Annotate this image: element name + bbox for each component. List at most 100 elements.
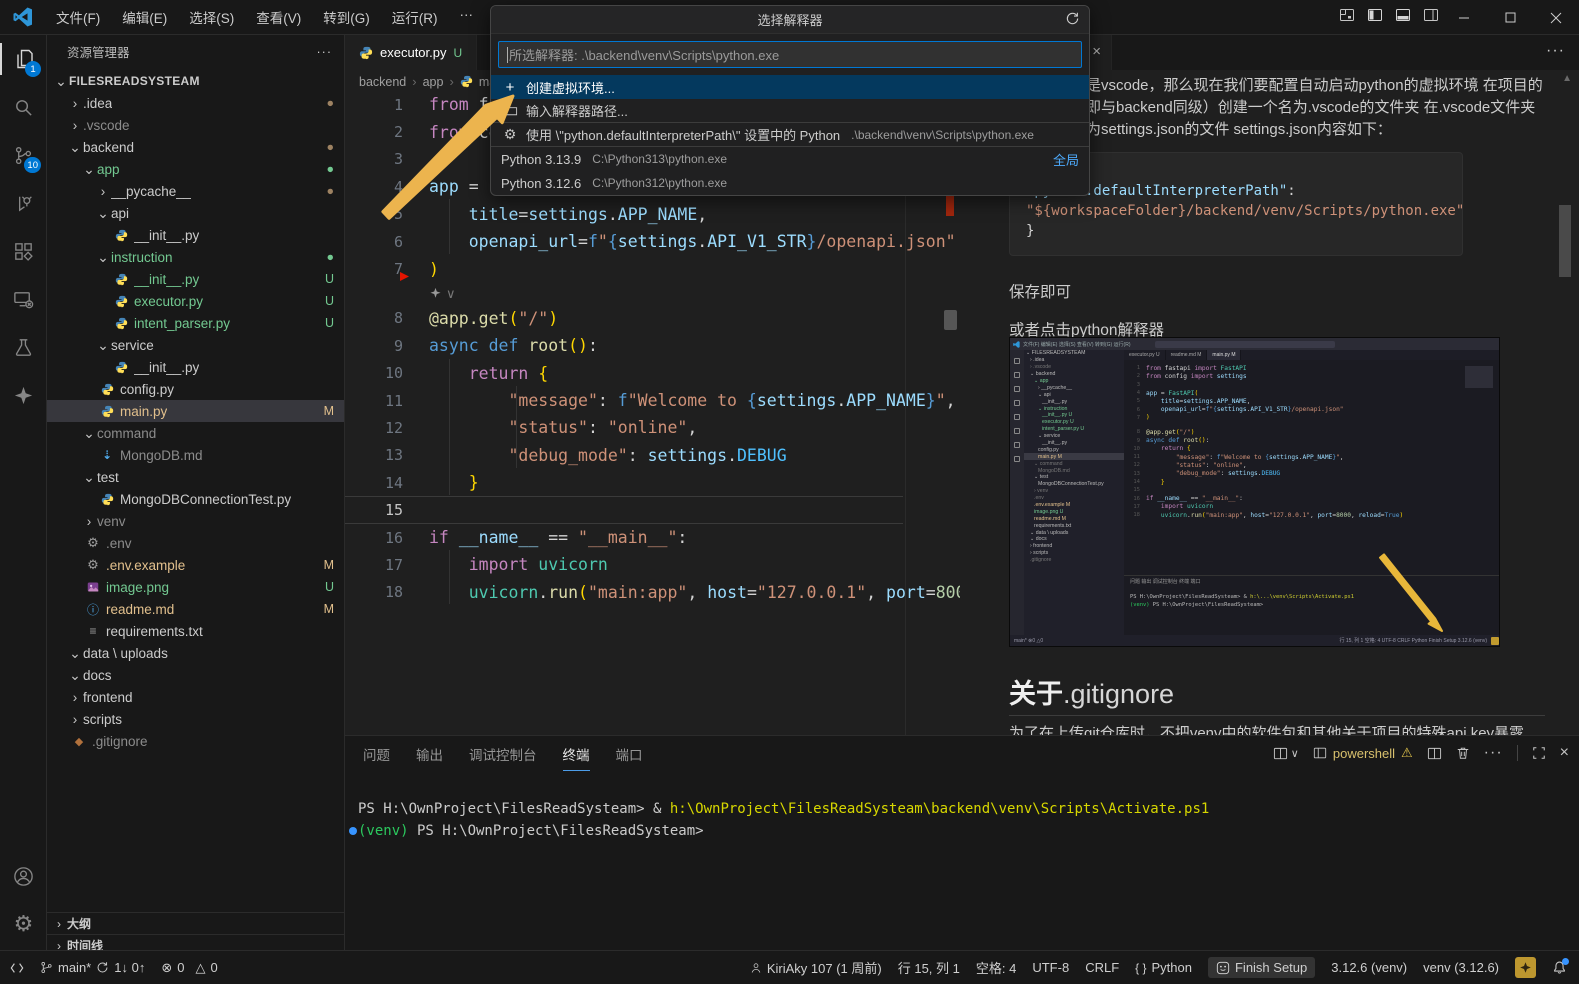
tree-item-docs[interactable]: ⌄docs [47, 664, 344, 686]
code-line-5[interactable]: 5 title=settings.APP_NAME, [345, 201, 960, 228]
tree-item-.env.example[interactable]: ⚙.env.exampleM [47, 554, 344, 576]
panel-tab-端口[interactable]: 端口 [616, 744, 643, 771]
tree-item-readme.md[interactable]: ⓘreadme.mdM [47, 598, 344, 620]
code-line-15[interactable]: 15 [345, 496, 903, 523]
outline-section[interactable]: ›大纲 [47, 912, 344, 934]
tree-item-image.png[interactable]: image.pngU [47, 576, 344, 598]
menu-转到(G)[interactable]: 转到(G) [312, 3, 381, 31]
activity-testing[interactable] [0, 323, 47, 371]
close-window-button[interactable] [1533, 0, 1579, 35]
remote-indicator[interactable] [10, 961, 24, 975]
tree-item-api[interactable]: ⌄api [47, 202, 344, 224]
code-line-13[interactable]: 13 "debug_mode": settings.DEBUG [345, 442, 960, 469]
panel-tab-终端[interactable]: 终端 [563, 744, 590, 771]
tree-item-backend[interactable]: ⌄backend● [47, 136, 344, 158]
tree-item-.gitignore[interactable]: ◆.gitignore [47, 730, 344, 752]
activity-account[interactable] [0, 852, 47, 900]
code-line-9[interactable]: 9async def root(): [345, 332, 960, 359]
tree-item-FILESREADSYSTEAM[interactable]: ⌄FILESREADSYSTEAM [47, 70, 344, 92]
tree-item-intent_parser.py[interactable]: intent_parser.pyU [47, 312, 344, 334]
encoding-status[interactable]: UTF-8 [1032, 960, 1069, 975]
tree-item-main.py[interactable]: main.pyM [47, 400, 344, 422]
maximize-button[interactable] [1487, 0, 1533, 35]
quickpick-item[interactable]: Python 3.12.6C:\Python312\python.exe [491, 171, 1089, 195]
notifications-bell-icon[interactable] [1552, 960, 1567, 975]
tree-item-test[interactable]: ⌄test [47, 466, 344, 488]
editor-actions-more-icon[interactable]: ··· [1546, 42, 1565, 60]
code-line-7[interactable]: 7) [345, 255, 960, 282]
split-terminal-dropdown[interactable]: ∨ [1273, 746, 1299, 761]
editor-scrollbar[interactable] [944, 310, 957, 330]
tree-item-app[interactable]: ⌄app● [47, 158, 344, 180]
panel-tab-调试控制台[interactable]: 调试控制台 [469, 744, 537, 771]
menu-文件(F)[interactable]: 文件(F) [45, 3, 111, 31]
interpreter-input[interactable]: 所选解释器: .\backend\venv\Scripts\python.exe [498, 41, 1082, 68]
problems-status[interactable]: ⊗0 △0 [161, 960, 217, 976]
language-mode[interactable]: { }Python [1135, 960, 1192, 975]
toggle-secondary-sidebar-icon[interactable] [1423, 7, 1439, 28]
git-branch-status[interactable]: main* 1↓ 0↑ [40, 960, 145, 975]
panel-tab-问题[interactable]: 问题 [363, 744, 390, 771]
blame-author[interactable]: KiriAky 107 (1 周前) [750, 958, 882, 977]
code-line-8[interactable]: 8@app.get("/") [345, 305, 960, 332]
menu-选择(S)[interactable]: 选择(S) [178, 3, 245, 31]
code-line-18[interactable]: 18 uvicorn.run("main:app", host="127.0.0… [345, 579, 960, 606]
menu-编辑(E)[interactable]: 编辑(E) [111, 3, 178, 31]
quickpick-item[interactable]: Python 3.13.9C:\Python313\python.exe全局 [491, 147, 1089, 171]
tree-item-__init__.py[interactable]: __init__.pyU [47, 268, 344, 290]
tree-item-.idea[interactable]: ›.idea● [47, 92, 344, 114]
code-line-10[interactable]: 10 return { [345, 360, 960, 387]
activity-extensions[interactable] [0, 227, 47, 275]
eol-status[interactable]: CRLF [1085, 960, 1119, 975]
tree-item-instruction[interactable]: ⌄instruction● [47, 246, 344, 268]
tree-item-frontend[interactable]: ›frontend [47, 686, 344, 708]
code-line-17[interactable]: 17 import uvicorn [345, 551, 960, 578]
venv-status[interactable]: venv (3.12.6) [1423, 960, 1499, 975]
preview-scrollbar[interactable] [1559, 205, 1571, 277]
terminal-instance-powershell[interactable]: powershell ⚠ [1313, 745, 1413, 761]
activity-search[interactable] [0, 83, 47, 131]
split-icon[interactable] [1427, 746, 1442, 761]
cursor-position[interactable]: 行 15, 列 1 [898, 958, 960, 977]
tree-item-.env[interactable]: ⚙.env [47, 532, 344, 554]
tree-item-requirements.txt[interactable]: ≡requirements.txt [47, 620, 344, 642]
tree-item-scripts[interactable]: ›scripts [47, 708, 344, 730]
minimize-button[interactable] [1441, 0, 1487, 35]
close-panel-icon[interactable]: × [1560, 744, 1569, 762]
panel-tab-输出[interactable]: 输出 [416, 744, 443, 771]
tree-item-__init__.py[interactable]: __init__.py [47, 224, 344, 246]
tree-item-MongoDBConnectionTest.py[interactable]: MongoDBConnectionTest.py [47, 488, 344, 510]
extension-status-icon[interactable] [1515, 957, 1536, 978]
activity-settings[interactable]: ⚙ [0, 900, 47, 948]
tab-executor-py[interactable]: executor.py U [345, 35, 477, 70]
maximize-panel-icon[interactable] [1532, 746, 1546, 760]
code-line-11[interactable]: 11 "message": f"Welcome to {settings.APP… [345, 387, 960, 414]
activity-remote-explorer[interactable] [0, 275, 47, 323]
tree-item-datauploads[interactable]: ⌄data \ uploads [47, 642, 344, 664]
indentation-status[interactable]: 空格: 4 [976, 958, 1016, 977]
tree-item-.vscode[interactable]: ›.vscode [47, 114, 344, 136]
tree-item-executor.py[interactable]: executor.pyU [47, 290, 344, 312]
code-line-12[interactable]: 12 "status": "online", [345, 414, 960, 441]
activity-explorer[interactable]: 1 [0, 35, 47, 83]
code-line-16[interactable]: 16if __name__ == "__main__": [345, 524, 960, 551]
python-interpreter-status[interactable]: 3.12.6 (venv) [1331, 960, 1407, 975]
menu-查看(V)[interactable]: 查看(V) [245, 3, 312, 31]
toggle-panel-icon[interactable] [1395, 7, 1411, 28]
activity-ai-tool[interactable] [0, 371, 47, 419]
kill-terminal-icon[interactable] [1456, 746, 1470, 760]
code-line-6[interactable]: 6 openapi_url=f"{settings.API_V1_STR}/op… [345, 228, 960, 255]
quickpick-item[interactable]: 输入解释器路径... [491, 99, 1089, 123]
activity-source-control[interactable]: 10 [0, 131, 47, 179]
timeline-section[interactable]: ›时间线 [47, 934, 344, 950]
tree-item-config.py[interactable]: config.py [47, 378, 344, 400]
code-line-14[interactable]: 14 } [345, 469, 960, 496]
explorer-more-icon[interactable]: ··· [317, 45, 333, 59]
tree-item-__pycache__[interactable]: ›__pycache__● [47, 180, 344, 202]
more-actions-icon[interactable]: ··· [1484, 744, 1503, 762]
refresh-icon[interactable] [1065, 11, 1080, 26]
layout-customize-icon[interactable] [1339, 7, 1355, 28]
quickpick-item[interactable]: ⚙使用 \"python.defaultInterpreterPath\" 设置… [491, 123, 1089, 147]
toggle-sidebar-icon[interactable] [1367, 7, 1383, 28]
tree-item-command[interactable]: ⌄command [47, 422, 344, 444]
